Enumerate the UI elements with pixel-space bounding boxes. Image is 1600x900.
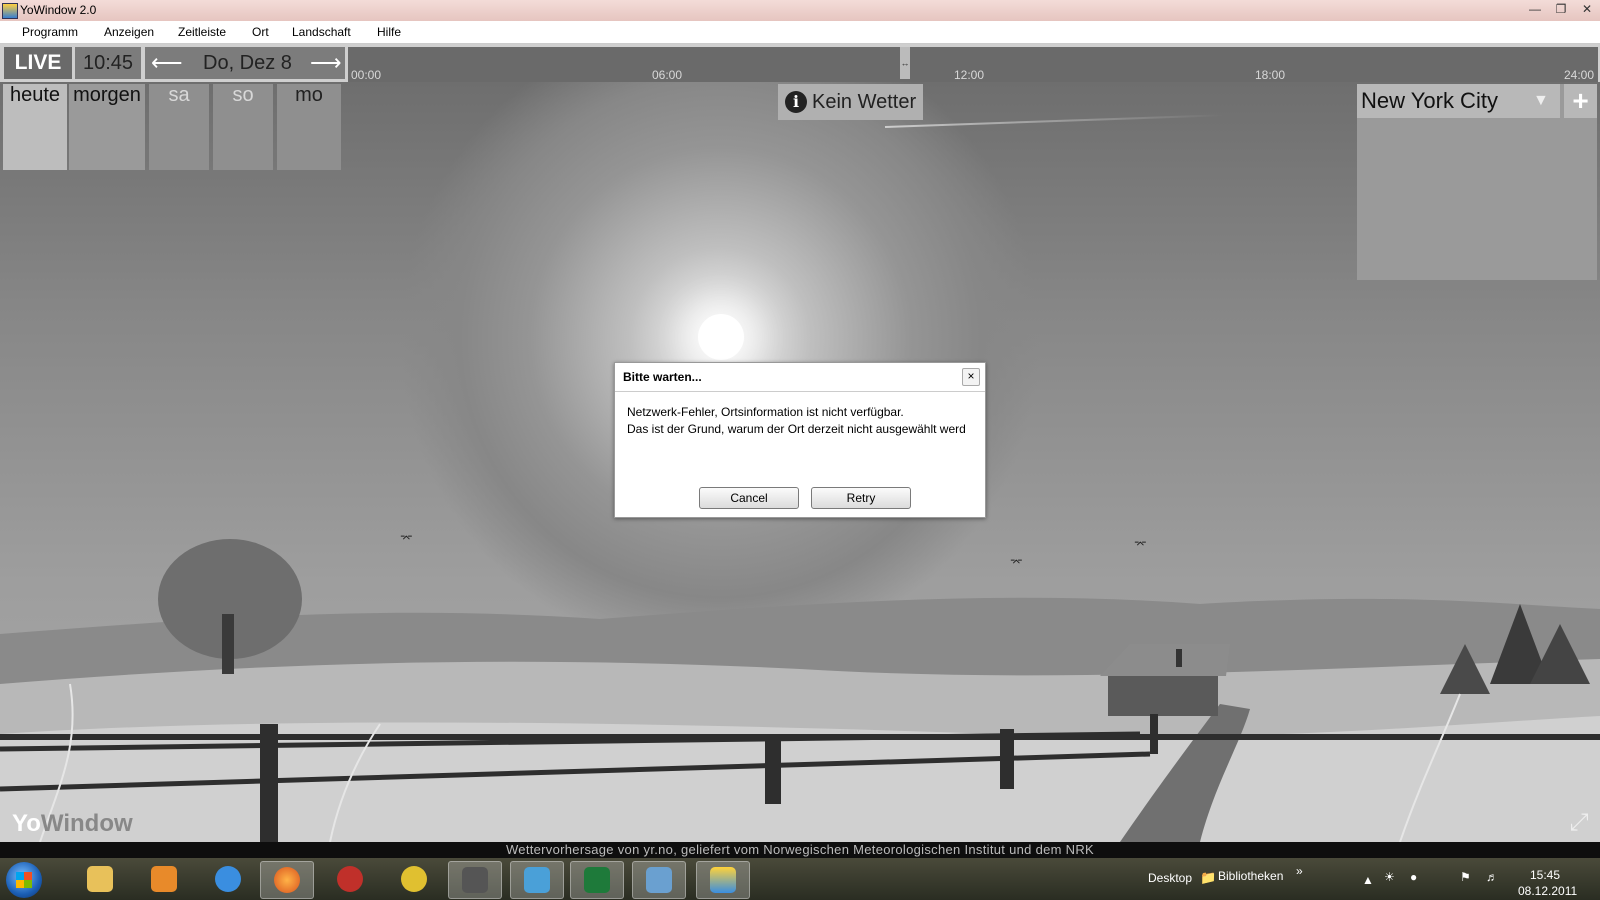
menu-ort[interactable]: Ort: [252, 25, 269, 39]
forecast-credit: Wettervorhersage von yr.no, geliefert vo…: [0, 842, 1600, 858]
volume-icon[interactable]: ♬: [1486, 870, 1498, 884]
folder-icon: 📁: [1200, 870, 1217, 885]
taskbar-explorer[interactable]: [74, 861, 126, 897]
menu-bar: Programm Anzeigen Zeitleiste Ort Landsch…: [0, 21, 1600, 44]
bird-icon: ⌤: [1010, 557, 1023, 569]
city-name: New York City: [1361, 88, 1498, 113]
toolbar-bibliotheken[interactable]: Bibliotheken: [1218, 869, 1283, 883]
location-selector[interactable]: New York City ▼: [1357, 84, 1560, 118]
tab-sa[interactable]: sa: [149, 84, 209, 170]
timeline-slider[interactable]: 00:00 06:00 12:00 18:00 24:00 ↔: [348, 47, 1598, 82]
tab-so[interactable]: so: [213, 84, 273, 170]
next-day-arrow-icon[interactable]: ⟶: [310, 47, 342, 79]
tab-morgen[interactable]: morgen: [69, 84, 145, 170]
app-icon: [337, 866, 363, 892]
taskbar-excel[interactable]: [570, 861, 624, 899]
retry-button[interactable]: Retry: [811, 487, 911, 509]
dialog-message-line2: Das ist der Grund, warum der Ort derzeit…: [627, 422, 966, 436]
menu-hilfe[interactable]: Hilfe: [377, 25, 401, 39]
taskbar-firefox[interactable]: [260, 861, 314, 899]
timeline-label: 06:00: [652, 68, 683, 82]
clock-date[interactable]: 08.12.2011: [1518, 884, 1577, 898]
dialog-message-line1: Netzwerk-Fehler, Ortsinformation ist nic…: [627, 405, 904, 419]
taskbar: Desktop 📁 Bibliotheken » ▲ ☀ ● ⚑ ♬ 15:45…: [0, 858, 1600, 900]
close-icon[interactable]: ×: [962, 368, 980, 386]
weather-info-label: Kein Wetter: [812, 91, 917, 113]
excel-icon: [584, 867, 610, 893]
current-time: 10:45: [75, 47, 141, 79]
taskbar-security[interactable]: [510, 861, 564, 899]
toolbar-desktop[interactable]: Desktop: [1148, 871, 1192, 885]
camera-icon: [462, 867, 488, 893]
logo-suffix: Window: [40, 810, 133, 837]
day-tabs: heute morgen sa so mo: [3, 84, 341, 170]
taskbar-app-yellow[interactable]: [388, 861, 440, 897]
info-icon: i: [785, 91, 807, 113]
chevron-down-icon[interactable]: ▼: [1533, 92, 1549, 110]
tray-expand-icon[interactable]: ▲: [1362, 873, 1374, 887]
current-date: Do, Dez 8: [203, 52, 292, 74]
location-panel: New York City ▼ +: [1357, 84, 1597, 280]
chevron-right-icon[interactable]: »: [1296, 864, 1303, 878]
yowindow-logo: YoWindow: [12, 810, 133, 838]
taskbar-yowindow[interactable]: [696, 861, 750, 899]
tray-alert-icon[interactable]: ⚑: [1460, 870, 1471, 884]
menu-programm[interactable]: Programm: [22, 25, 78, 39]
date-navigator: ⟵ Do, Dez 8 ⟶: [145, 47, 345, 79]
internet-explorer-icon: [215, 866, 241, 892]
weather-info-button[interactable]: i Kein Wetter: [778, 84, 923, 120]
menu-landschaft[interactable]: Landschaft: [292, 25, 351, 39]
clock-time[interactable]: 15:45: [1530, 868, 1560, 882]
menu-anzeigen[interactable]: Anzeigen: [104, 25, 154, 39]
timeline-label: 00:00: [351, 68, 382, 82]
window-title: YoWindow 2.0: [20, 3, 97, 17]
timebar: LIVE 10:45 ⟵ Do, Dez 8 ⟶ 00:00 06:00 12:…: [0, 44, 1600, 82]
minimize-icon[interactable]: —: [1522, 0, 1548, 18]
folder-icon: [87, 866, 113, 892]
media-player-icon: [151, 866, 177, 892]
taskbar-camera[interactable]: [448, 861, 502, 899]
tray-weather-icon[interactable]: ☀: [1384, 870, 1395, 884]
bird-icon: ⌤: [400, 533, 413, 545]
logo-prefix: Yo: [12, 810, 41, 837]
bird-icon: ⌤: [1134, 539, 1147, 551]
taskbar-app-red[interactable]: [324, 861, 376, 897]
tray-app-icon[interactable]: ●: [1410, 870, 1417, 884]
dialog-header: Bitte warten... ×: [615, 363, 985, 392]
add-location-icon[interactable]: +: [1564, 84, 1597, 118]
start-button[interactable]: [6, 862, 42, 898]
cancel-button[interactable]: Cancel: [699, 487, 799, 509]
timeline-label: 24:00: [1564, 68, 1595, 82]
fullscreen-icon[interactable]: ⤢: [1566, 810, 1592, 836]
restore-icon[interactable]: ❐: [1548, 0, 1574, 18]
timeline-handle[interactable]: ↔: [900, 47, 910, 79]
shield-icon: [524, 867, 550, 893]
network-icon: [646, 867, 672, 893]
app-icon: [401, 866, 427, 892]
window-controls: — ❐ ✕: [1522, 0, 1600, 19]
close-window-icon[interactable]: ✕: [1574, 0, 1600, 18]
taskbar-media-player[interactable]: [138, 861, 190, 897]
yowindow-app-icon: [2, 3, 18, 19]
yowindow-icon: [710, 867, 736, 893]
wait-dialog: Bitte warten... × Netzwerk-Fehler, Ortsi…: [614, 362, 986, 518]
taskbar-internet-explorer[interactable]: [202, 861, 254, 897]
dialog-title: Bitte warten...: [623, 370, 702, 384]
taskbar-remote[interactable]: [632, 861, 686, 899]
tab-mo[interactable]: mo: [277, 84, 341, 170]
menu-zeitleiste[interactable]: Zeitleiste: [178, 25, 226, 39]
prev-day-arrow-icon[interactable]: ⟵: [151, 47, 183, 79]
timeline-label: 12:00: [954, 68, 985, 82]
sun: [698, 314, 744, 360]
live-button[interactable]: LIVE: [4, 47, 72, 79]
window-titlebar: YoWindow 2.0 — ❐ ✕: [0, 0, 1600, 21]
firefox-icon: [274, 867, 300, 893]
tab-heute[interactable]: heute: [3, 84, 67, 170]
timeline-label: 18:00: [1255, 68, 1286, 82]
